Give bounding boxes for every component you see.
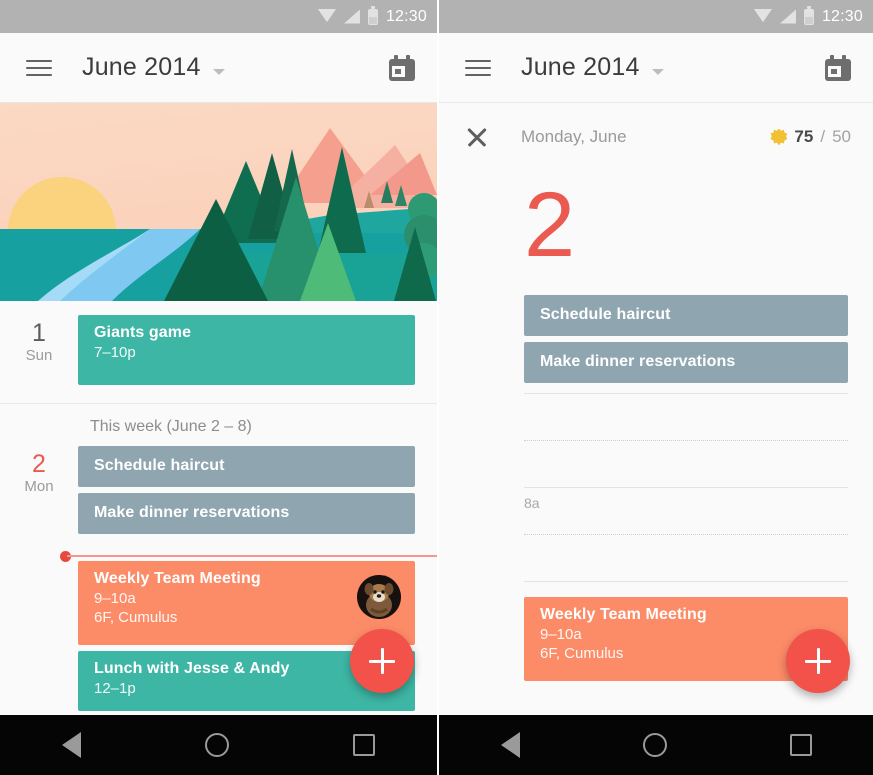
status-bar-clock: 12:30 (821, 7, 863, 25)
timeline-row: 8a (439, 487, 873, 534)
temp-low: 50 (832, 127, 851, 146)
day-timeline[interactable]: 8a (439, 393, 873, 595)
signal-icon (779, 9, 796, 24)
day-detail-big-date: 2 (524, 174, 576, 276)
agenda-day-2: 2 Mon Schedule haircut Make dinner reser… (0, 438, 437, 548)
event-title: Giants game (94, 324, 192, 341)
week-label: This week (June 2 – 8) (90, 418, 252, 435)
status-bar-clock: 12:30 (385, 7, 427, 25)
status-bar: 12:30 (439, 0, 873, 33)
month-illustration-june (0, 103, 437, 301)
timeline-hour-line (524, 393, 848, 394)
timeline-hour-label: 8a (524, 495, 540, 511)
weather-summary: 75 / 50 (770, 127, 851, 147)
recents-icon[interactable] (353, 734, 375, 756)
two-screenshot-comparison: 12:30 June 2014 1 Sun Giants game 7–10p … (0, 0, 873, 775)
home-icon[interactable] (205, 733, 229, 757)
timeline-row (439, 440, 873, 487)
timeline-half-hour-line (524, 534, 848, 535)
hamburger-menu-icon[interactable] (26, 59, 52, 76)
temp-separator: / (820, 127, 826, 146)
current-time-line (67, 555, 437, 557)
timeline-row (439, 581, 873, 595)
home-icon[interactable] (642, 733, 667, 757)
add-event-fab[interactable] (350, 629, 414, 693)
plus-icon (805, 648, 831, 674)
task-chip[interactable]: Schedule haircut (524, 295, 848, 336)
event-time: 9–10a (94, 590, 136, 607)
calendar-icon[interactable] (389, 54, 415, 81)
event-title: Weekly Team Meeting (94, 570, 261, 587)
recents-icon[interactable] (789, 734, 812, 756)
battery-icon (803, 5, 814, 25)
day-detail-tasks: Schedule haircut Make dinner reservation… (439, 271, 873, 383)
back-icon[interactable] (500, 732, 520, 758)
day-number: 2 (32, 450, 46, 478)
event-card[interactable]: Giants game 7–10p (78, 315, 415, 385)
current-time-indicator (0, 551, 437, 562)
app-bar: June 2014 (0, 33, 437, 103)
page-title: June 2014 (82, 53, 201, 81)
event-time: 12–1p (94, 680, 136, 697)
wifi-icon (753, 9, 772, 22)
timeline-hour-line (524, 581, 848, 582)
day-date-column: 2 Mon (0, 446, 78, 534)
phone-screen-agenda: 12:30 June 2014 1 Sun Giants game 7–10p … (0, 0, 437, 775)
day-name: Mon (24, 478, 54, 496)
timeline-row (439, 393, 873, 440)
signal-icon (343, 9, 360, 24)
day-date-column: 1 Sun (0, 315, 78, 385)
status-bar: 12:30 (0, 0, 437, 33)
temp-high: 75 (794, 127, 814, 146)
android-nav-bar (439, 715, 873, 775)
wifi-icon (317, 9, 336, 22)
task-chip[interactable]: Make dinner reservations (524, 342, 848, 383)
app-bar: June 2014 (439, 33, 873, 103)
event-location: 6F, Cumulus (94, 609, 178, 626)
add-event-fab[interactable] (786, 629, 850, 693)
hamburger-menu-icon[interactable] (465, 59, 491, 76)
page-title: June 2014 (521, 53, 640, 81)
task-chip[interactable]: Schedule haircut (78, 446, 415, 487)
android-nav-bar (0, 715, 437, 775)
day-detail-header: Monday, June 75 / 50 (439, 103, 873, 171)
event-time: 7–10p (94, 344, 136, 361)
event-title: Weekly Team Meeting (540, 606, 707, 623)
timeline-row (439, 534, 873, 581)
day-name: Sun (25, 347, 53, 365)
chevron-down-icon[interactable] (212, 68, 225, 75)
attendee-avatar[interactable] (357, 575, 401, 619)
task-chip[interactable]: Make dinner reservations (78, 493, 415, 534)
phone-screen-day-detail: 12:30 June 2014 Monday, June 75 / 50 2 S… (437, 0, 873, 775)
battery-icon (367, 5, 378, 25)
plus-icon (369, 648, 395, 674)
calendar-icon[interactable] (825, 54, 851, 81)
day-number: 1 (32, 319, 46, 347)
sun-icon (770, 128, 788, 146)
back-icon[interactable] (62, 732, 81, 758)
event-time: 9–10a (540, 626, 582, 643)
timeline-half-hour-line (524, 440, 848, 441)
chevron-down-icon[interactable] (651, 68, 664, 75)
day-detail-label: Monday, June (521, 127, 627, 146)
close-icon[interactable] (465, 125, 489, 149)
timeline-hour-line (524, 487, 848, 488)
agenda-day-1: 1 Sun Giants game 7–10p (0, 301, 437, 404)
event-card[interactable]: Weekly Team Meeting 9–10a 6F, Cumulus (78, 561, 415, 645)
